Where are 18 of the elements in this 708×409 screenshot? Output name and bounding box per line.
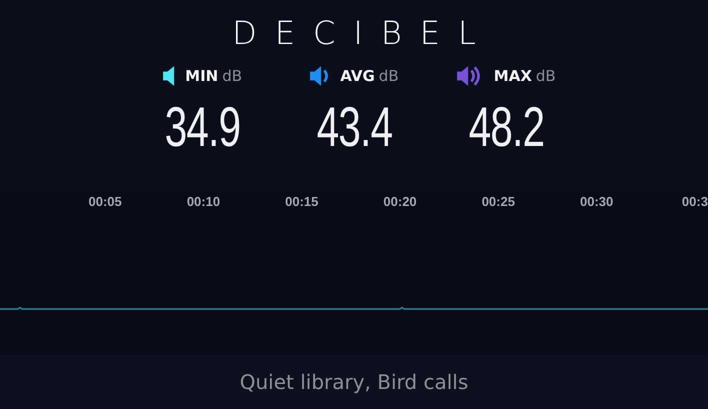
- unit-label: dB: [378, 67, 399, 85]
- decibel-value: 34.9: [164, 94, 240, 160]
- stat-label: AVG: [340, 67, 375, 85]
- time-label: 00:20: [383, 194, 417, 209]
- stat-label: MIN: [185, 67, 218, 85]
- sound-tags: Quiet library, Bird calls: [240, 370, 468, 394]
- unit-label: dB: [222, 67, 242, 85]
- app-logo: DECIBEL: [231, 13, 494, 54]
- time-label: 00:15: [285, 194, 318, 209]
- stat-label: MAX: [494, 67, 532, 85]
- decibel-value: 43.4: [316, 94, 392, 160]
- time-label: 00:3: [682, 194, 708, 209]
- time-label: 00:05: [88, 194, 122, 209]
- decibel-value: 48.2: [468, 94, 544, 160]
- time-label: 00:25: [482, 194, 515, 209]
- unit-label: dB: [536, 67, 556, 85]
- time-label: 00:10: [186, 194, 220, 209]
- time-label: 00:30: [580, 194, 614, 209]
